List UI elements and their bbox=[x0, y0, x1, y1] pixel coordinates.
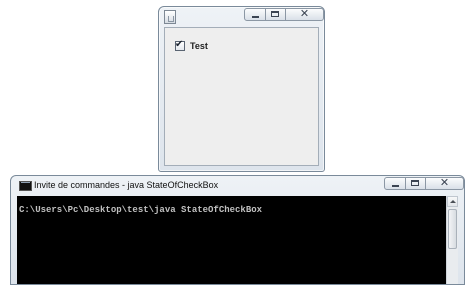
maximize-button[interactable] bbox=[266, 8, 286, 21]
console-window: Invite de commandes - java StateOfCheckB… bbox=[10, 175, 465, 285]
close-button[interactable]: ✕ bbox=[426, 176, 464, 190]
java-app-icon bbox=[164, 10, 176, 24]
caption-buttons: ✕ bbox=[384, 176, 464, 190]
cmd-icon bbox=[19, 181, 32, 191]
scroll-thumb[interactable] bbox=[448, 209, 457, 249]
console-window-titlebar[interactable]: Invite de commandes - java StateOfCheckB… bbox=[11, 176, 464, 196]
console-output-area[interactable]: C:\Users\Pc\Desktop\test\java StateOfChe… bbox=[17, 196, 458, 284]
close-button[interactable]: ✕ bbox=[286, 7, 324, 21]
close-icon: ✕ bbox=[439, 176, 450, 189]
maximize-button[interactable] bbox=[406, 177, 426, 190]
minimize-button[interactable] bbox=[244, 8, 266, 21]
console-window-title: Invite de commandes - java StateOfCheckB… bbox=[34, 180, 219, 190]
checkmark-icon: ✔ bbox=[175, 39, 184, 50]
swing-window: ✕ ✔ Test bbox=[158, 6, 325, 172]
vertical-scrollbar[interactable] bbox=[446, 196, 458, 284]
test-checkbox[interactable]: ✔ bbox=[175, 39, 185, 51]
scroll-up-arrow-icon[interactable] bbox=[447, 196, 458, 207]
minimize-button[interactable] bbox=[384, 177, 406, 190]
swing-window-titlebar[interactable]: ✕ bbox=[159, 7, 324, 27]
console-line: C:\Users\Pc\Desktop\test\java StateOfChe… bbox=[19, 205, 263, 215]
test-checkbox-label[interactable]: Test bbox=[190, 41, 208, 51]
close-icon: ✕ bbox=[299, 7, 310, 20]
swing-content-pane: ✔ Test bbox=[164, 27, 319, 166]
test-checkbox-row[interactable]: ✔ Test bbox=[175, 39, 208, 51]
caption-buttons: ✕ bbox=[244, 7, 324, 21]
